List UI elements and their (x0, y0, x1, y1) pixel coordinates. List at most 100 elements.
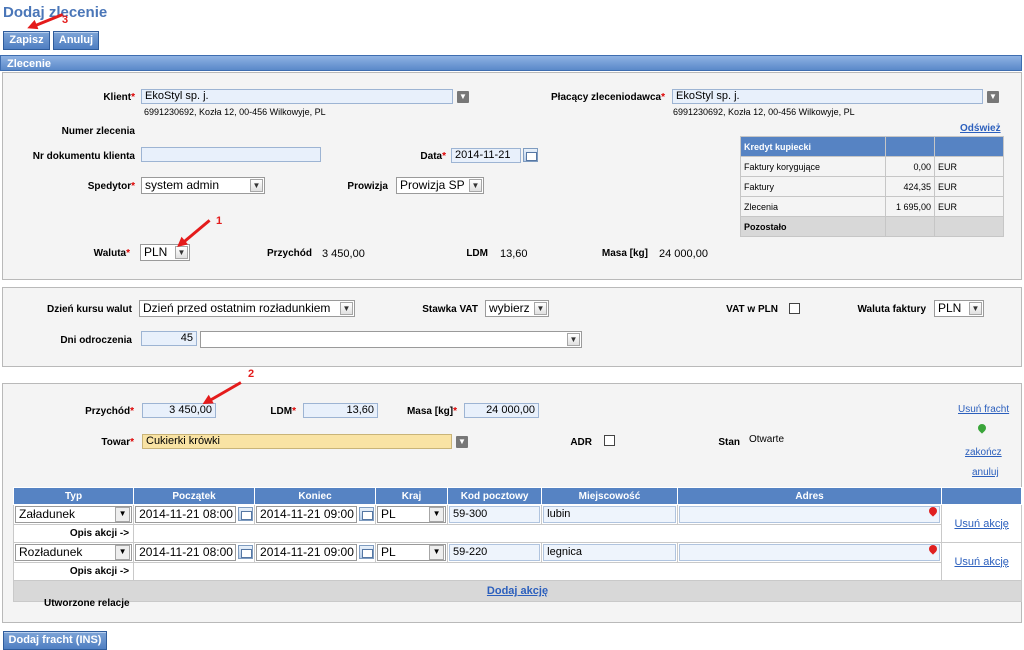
chevron-down-icon: ▼ (115, 507, 131, 522)
goods-lookup-icon[interactable]: ▼ (456, 436, 468, 448)
section-header: Zlecenie (0, 55, 1022, 71)
annotation-number: 2 (248, 368, 255, 380)
forwarder-select[interactable]: system admin ▼ (141, 177, 265, 194)
goods-label: Towar* (101, 437, 134, 448)
finish-link[interactable]: zakończ (965, 447, 1002, 458)
currency-label: Waluta* (93, 248, 130, 259)
goods-input[interactable]: Cukierki krówki (142, 434, 452, 449)
action-address-input[interactable] (678, 506, 941, 523)
freight-mass-label: Masa [kg]* (406, 406, 457, 417)
action-address-input[interactable] (678, 544, 941, 561)
save-button[interactable]: Zapisz (3, 31, 50, 50)
col-postal: Kod pocztowy (447, 487, 543, 505)
action-end-input[interactable]: 2014-11-21 09:00 (256, 506, 357, 523)
calendar-icon[interactable] (358, 545, 374, 559)
annotation-number: 1 (216, 215, 223, 227)
calendar-icon[interactable] (523, 148, 538, 162)
vat-rate-label: Stawka VAT (422, 304, 478, 315)
client-doc-label: Nr dokumentu klienta (32, 151, 135, 162)
remove-action-link[interactable]: Usuń akcję (954, 556, 1008, 568)
relations-label: Utworzone relacje (44, 598, 130, 609)
action-type-select[interactable]: Rozładunek ▼ (15, 544, 133, 561)
action-desc-label[interactable]: Opis akcji -> (12, 524, 135, 543)
adr-label: ADR (570, 437, 592, 448)
adr-checkbox[interactable] (604, 435, 615, 446)
col-end: Koniec (254, 487, 376, 505)
action-end-input[interactable]: 2014-11-21 09:00 (256, 544, 357, 561)
commission-select[interactable]: Prowizja SP ▼ (396, 177, 484, 194)
col-country: Kraj (374, 487, 449, 505)
table-row: Opis akcji -> (12, 524, 1022, 543)
action-country-select[interactable]: PL ▼ (376, 544, 447, 561)
invoice-currency-select[interactable]: PLN ▼ (934, 300, 984, 317)
payer-input[interactable]: EkoStyl sp. j. (672, 89, 983, 104)
vat-rate-select[interactable]: wybierz ▼ (485, 300, 549, 317)
revenue-label: Przychód (266, 248, 312, 259)
table-row: Faktury korygujące 0,00 EUR (740, 156, 1004, 177)
chevron-down-icon: ▼ (115, 545, 131, 560)
credit-footer: Pozostało (740, 216, 886, 237)
payer-lookup-icon[interactable]: ▼ (987, 91, 999, 103)
remove-action-link[interactable]: Usuń akcję (954, 518, 1008, 530)
client-lookup-icon[interactable]: ▼ (457, 91, 469, 103)
chevron-down-icon: ▼ (534, 302, 547, 315)
remove-freight-link[interactable]: Usuń fracht (958, 404, 1009, 415)
freight-ldm-input[interactable]: 13,60 (303, 403, 378, 418)
ldm-label: LDM (466, 248, 488, 259)
date-input[interactable]: 2014-11-21 (451, 148, 521, 163)
chevron-down-icon: ▼ (429, 545, 445, 560)
table-row: Opis akcji -> (12, 562, 1022, 581)
rate-day-select[interactable]: Dzień przed ostatnim rozładunkiem ▼ (139, 300, 355, 317)
commission-label: Prowizja (347, 181, 388, 192)
chevron-down-icon: ▼ (429, 507, 445, 522)
vat-pln-checkbox[interactable] (789, 303, 800, 314)
invoice-currency-label: Waluta faktury (857, 304, 926, 315)
action-city-input[interactable]: legnica (543, 544, 676, 561)
action-city-input[interactable]: lubin (543, 506, 676, 523)
table-row: Faktury 424,35 EUR (740, 176, 1004, 197)
payer-label: Płacący zleceniodawca* (551, 92, 665, 103)
cancel-button[interactable]: Anuluj (53, 31, 99, 50)
revenue-value: 3 450,00 (322, 248, 365, 260)
table-row: Załadunek ▼ 2014-11-21 08:00 2014-11-21 0… (12, 504, 1022, 543)
freight-revenue-label: Przychód* (85, 406, 134, 417)
action-desc-label[interactable]: Opis akcji -> (12, 562, 135, 581)
order-number-label: Numer zlecenia (61, 126, 135, 137)
col-city: Miejscowość (541, 487, 678, 505)
client-address: 6991230692, Kozła 12, 00-456 Wilkowyje, … (144, 107, 326, 117)
actions-table: Typ Początek Koniec Kraj Kod pocztowy Mi… (12, 487, 1022, 602)
mass-value: 24 000,00 (659, 248, 708, 260)
deferral-label: Dni odroczenia (60, 335, 132, 346)
deferral-select[interactable]: ▼ (200, 331, 582, 348)
status-label: Stan (718, 437, 740, 448)
action-start-input[interactable]: 2014-11-21 08:00 (135, 506, 237, 523)
action-postal-input[interactable]: 59-300 (449, 506, 541, 523)
calendar-icon[interactable] (238, 545, 254, 559)
freight-ldm-label: LDM* (270, 406, 296, 417)
chevron-down-icon: ▼ (469, 179, 482, 192)
vat-pln-label: VAT w PLN (726, 304, 778, 315)
action-start-input[interactable]: 2014-11-21 08:00 (135, 544, 237, 561)
col-address: Adres (676, 487, 943, 505)
chevron-down-icon: ▼ (567, 333, 580, 346)
table-row: Rozładunek ▼ 2014-11-21 08:00 2014-11-21 … (12, 542, 1022, 581)
calendar-icon[interactable] (238, 507, 254, 521)
action-postal-input[interactable]: 59-220 (449, 544, 541, 561)
deferral-input[interactable]: 45 (141, 331, 197, 346)
action-type-select[interactable]: Załadunek ▼ (15, 506, 133, 523)
credit-table: Kredyt kupiecki Faktury korygujące 0,00 EU… (740, 136, 1004, 237)
cancel-freight-link[interactable]: anuluj (972, 467, 999, 478)
client-doc-input[interactable] (141, 147, 321, 162)
action-country-select[interactable]: PL ▼ (376, 506, 447, 523)
credit-header: Kredyt kupiecki (740, 136, 886, 157)
chevron-down-icon: ▼ (969, 302, 982, 315)
add-action-link[interactable]: Dodaj akcję (487, 585, 548, 597)
refresh-link[interactable]: Odśwież (960, 123, 1001, 134)
add-freight-button[interactable]: Dodaj fracht (INS) (3, 631, 107, 650)
status-value: Otwarte (749, 434, 785, 445)
client-input[interactable]: EkoStyl sp. j. (141, 89, 453, 104)
chevron-down-icon: ▼ (250, 179, 263, 192)
date-label: Data* (420, 151, 446, 162)
calendar-icon[interactable] (358, 507, 374, 521)
freight-mass-input[interactable]: 24 000,00 (464, 403, 539, 418)
